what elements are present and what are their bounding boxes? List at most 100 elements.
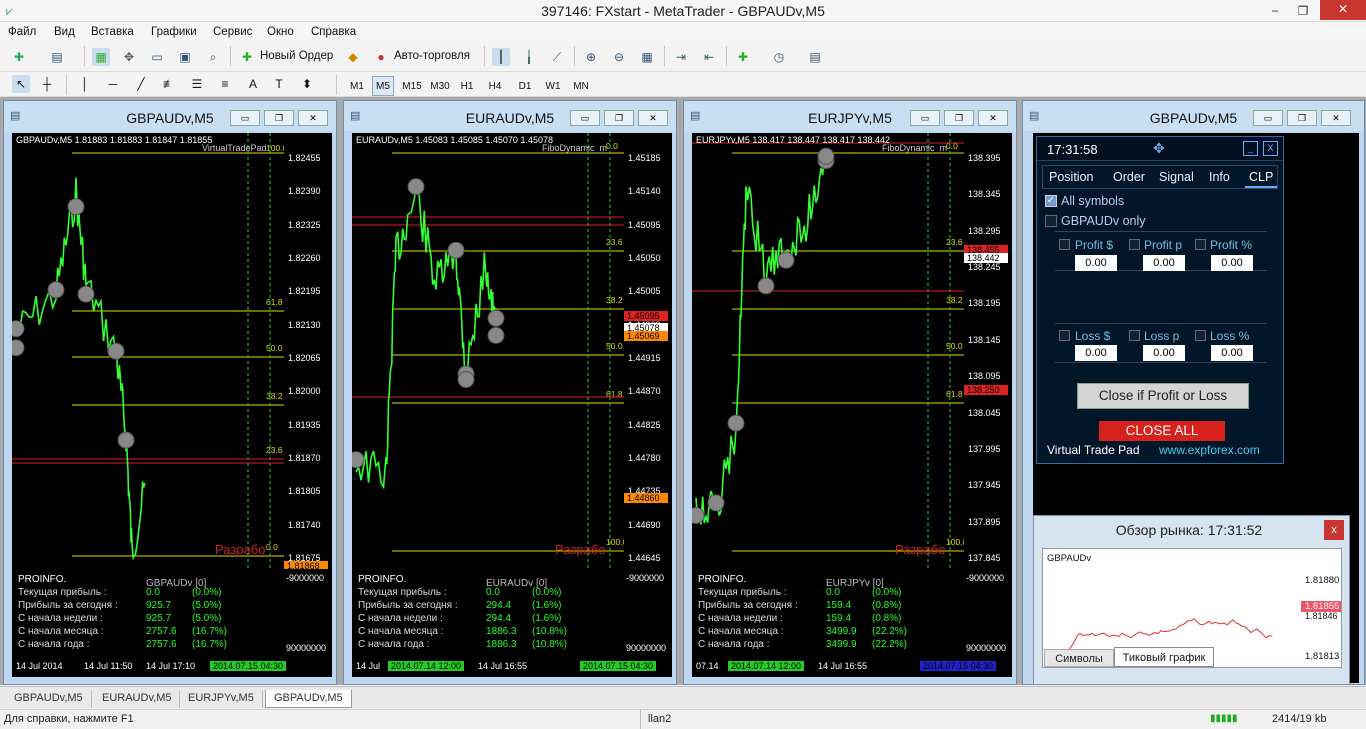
auto-trading-button[interactable]: Авто-торговля <box>394 50 470 62</box>
auto-trading-icon[interactable]: ● <box>372 48 390 66</box>
trade-marker[interactable] <box>457 371 475 389</box>
menu-view[interactable]: Вид <box>54 26 75 38</box>
time-axis[interactable]: 14 Jul 2014 14 Jul 11:50 14 Jul 17:10 2014.… <box>12 657 332 677</box>
chart-tab-euraud[interactable]: EURAUDv,M5 <box>94 690 181 708</box>
zoom-in-icon[interactable]: ⊕ <box>582 48 600 66</box>
market-watch-icon[interactable]: ▦ <box>92 48 110 66</box>
trade-marker[interactable] <box>352 451 365 469</box>
time-axis[interactable]: 14 Jul 2014.07.14 12:00 14 Jul 16:55 2014.0… <box>352 657 672 677</box>
trendline-icon[interactable]: ╱ <box>132 75 150 93</box>
zoom-out-icon[interactable]: ⊖ <box>610 48 628 66</box>
timeframe-m30[interactable]: M30 <box>426 76 454 96</box>
loss-points-checkbox[interactable] <box>1129 330 1140 341</box>
symbol-only-checkbox[interactable] <box>1045 215 1057 227</box>
terminal-icon[interactable]: ▣ <box>176 48 194 66</box>
chart-close-button[interactable]: ✕ <box>638 110 668 126</box>
loss-percent-checkbox[interactable] <box>1195 330 1206 341</box>
vtp-close-button[interactable]: X <box>1263 141 1278 156</box>
candlestick-icon[interactable]: ╽ <box>520 48 538 66</box>
tile-windows-icon[interactable]: ▦ <box>638 48 656 66</box>
timeframe-mn[interactable]: MN <box>570 76 592 96</box>
price-axis[interactable]: 138.395 138.345 138.295 138.245 138.195 138.1… <box>964 133 1012 569</box>
menu-file[interactable]: Файл <box>8 26 36 38</box>
loss-points-input[interactable]: 0.00 <box>1143 345 1185 361</box>
chart-plot[interactable]: 0.023.638.250.061.8100.0EURAUDv,M5 1.450… <box>352 133 624 569</box>
vtp-tab-clp[interactable]: CLP <box>1245 168 1278 188</box>
vtp-tab-signal[interactable]: Signal <box>1159 170 1194 184</box>
profit-percent-checkbox[interactable] <box>1195 239 1206 250</box>
price-axis[interactable]: 1.82455 1.82390 1.82325 1.82260 1.82195 1.821… <box>284 133 332 571</box>
auto-scroll-icon[interactable]: ⇥ <box>672 48 690 66</box>
text-icon[interactable]: A <box>244 75 262 93</box>
all-symbols-checkbox[interactable]: ✓ <box>1045 195 1057 207</box>
vtp-tab-info[interactable]: Info <box>1209 170 1230 184</box>
trade-marker[interactable] <box>12 339 25 357</box>
menu-charts[interactable]: Графики <box>151 26 197 38</box>
chart-minimize-button[interactable]: ▭ <box>230 110 260 126</box>
chart-window-2[interactable]: ▤EURAUDv,M5▭❐✕0.023.638.250.061.8100.0EU… <box>343 100 677 685</box>
chart-restore-button[interactable]: ❐ <box>944 110 974 126</box>
trade-marker[interactable] <box>727 414 745 432</box>
chart-window-3[interactable]: ▤EURJPYv,M5▭❐✕ 0.0 23.6 38.2 50.0 61.8 100.0 EU… <box>683 100 1017 685</box>
new-order-icon[interactable]: ✚ <box>238 48 256 66</box>
chart-restore-button[interactable]: ❐ <box>264 110 294 126</box>
periods-icon[interactable]: ◷ <box>770 48 788 66</box>
chart-close-button[interactable]: ✕ <box>978 110 1008 126</box>
time-axis[interactable]: 07.14 2014.07.14 12:00 14 Jul 16:55 2014.07… <box>692 657 1012 677</box>
market-watch-panel[interactable]: Обзор рынка: 17:31:52 x GBPAUDv 1.81880 … <box>1033 515 1350 685</box>
close-if-profit-or-loss-button[interactable]: Close if Profit or Loss <box>1077 383 1249 409</box>
text-label-icon[interactable]: T <box>270 75 288 93</box>
line-chart-icon[interactable]: ⟋ <box>548 48 566 66</box>
vtp-tab-order[interactable]: Order <box>1113 170 1145 184</box>
profit-usd-checkbox[interactable] <box>1059 239 1070 250</box>
arrows-icon[interactable]: ⬍ <box>298 75 316 93</box>
trade-marker[interactable] <box>817 147 835 165</box>
loss-percent-input[interactable]: 0.00 <box>1211 345 1253 361</box>
loss-usd-checkbox[interactable] <box>1059 330 1070 341</box>
chart-minimize-button[interactable]: ▭ <box>570 110 600 126</box>
vtp-minimize-button[interactable]: _ <box>1243 141 1258 156</box>
horizontal-line-icon[interactable]: ─ <box>104 75 122 93</box>
menu-help[interactable]: Справка <box>311 26 356 38</box>
trade-marker[interactable] <box>487 326 505 344</box>
chart-restore-button[interactable]: ❐ <box>1287 110 1317 126</box>
bar-chart-icon[interactable]: ┃ <box>492 48 510 66</box>
chart-close-button[interactable]: ✕ <box>298 110 328 126</box>
move-icon[interactable]: ✥ <box>1153 140 1165 157</box>
fibonacci-icon[interactable]: ☰ <box>188 75 206 93</box>
timeframe-w1[interactable]: W1 <box>542 76 564 96</box>
trade-marker[interactable] <box>692 507 705 525</box>
templates-icon[interactable]: ▤ <box>806 48 824 66</box>
profiles-icon[interactable]: ▤ <box>48 48 66 66</box>
trade-marker[interactable] <box>487 309 505 327</box>
cursor-icon[interactable]: ↖ <box>12 75 30 93</box>
crosshair-icon[interactable]: ┼ <box>38 75 56 93</box>
price-axis[interactable]: 1.45185 1.45140 1.45095 1.45050 1.45005 1.449… <box>624 133 672 569</box>
menu-insert[interactable]: Вставка <box>91 26 134 38</box>
timeframe-h4[interactable]: H4 <box>484 76 506 96</box>
chart-plot[interactable]: 100.0 61.8 50.0 38.2 23.6 0.0 GBPAUDv,M5 1.818… <box>12 133 284 569</box>
vtp-tab-position[interactable]: Position <box>1049 170 1093 184</box>
market-tab-symbols[interactable]: Символы <box>1044 649 1114 667</box>
trade-marker[interactable] <box>707 494 725 512</box>
loss-usd-input[interactable]: 0.00 <box>1075 345 1117 361</box>
chart-restore-button[interactable]: ❐ <box>604 110 634 126</box>
timeframe-d1[interactable]: D1 <box>514 76 536 96</box>
timeframe-m15[interactable]: M15 <box>398 76 426 96</box>
metaeditor-icon[interactable]: ◆ <box>344 48 362 66</box>
trade-marker[interactable] <box>407 178 425 196</box>
restore-button[interactable]: ❐ <box>1290 2 1316 20</box>
new-order-button[interactable]: Новый Ордер <box>260 50 333 62</box>
trade-marker[interactable] <box>447 241 465 259</box>
trade-marker[interactable] <box>12 320 25 338</box>
chart-shift-icon[interactable]: ⇤ <box>700 48 718 66</box>
vtp-footer-url[interactable]: www.expforex.com <box>1159 443 1260 457</box>
timeframe-h1[interactable]: H1 <box>456 76 478 96</box>
new-chart-icon[interactable]: ✚ <box>10 48 28 66</box>
market-close-button[interactable]: x <box>1324 520 1344 540</box>
minimize-button[interactable]: − <box>1262 2 1288 20</box>
timeframe-m5[interactable]: M5 <box>372 76 394 96</box>
chart-minimize-button[interactable]: ▭ <box>910 110 940 126</box>
trade-marker[interactable] <box>77 285 95 303</box>
indicators-icon[interactable]: ✚ <box>734 48 752 66</box>
